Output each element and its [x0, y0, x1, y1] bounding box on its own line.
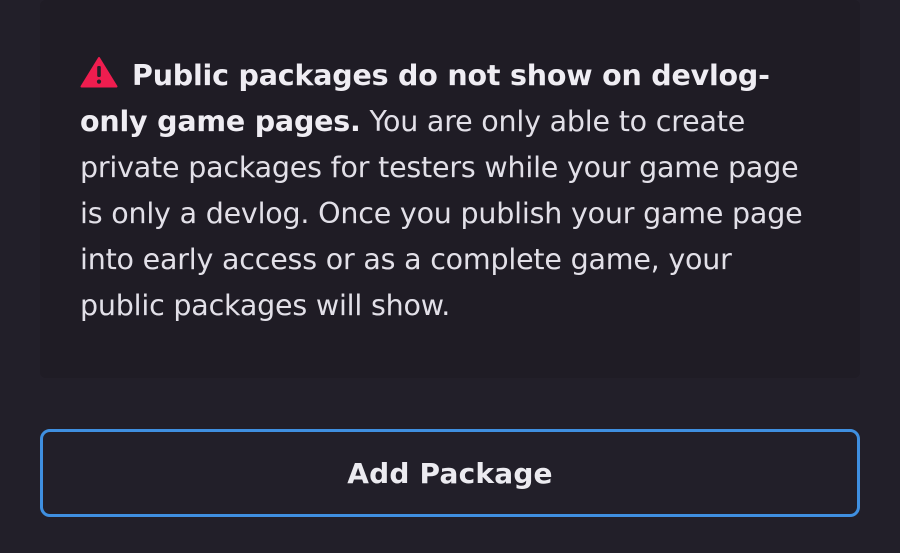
- add-package-button[interactable]: Add Package: [40, 429, 860, 517]
- warning-triangle-icon: [80, 56, 118, 88]
- add-package-label: Add Package: [347, 456, 553, 490]
- notice-panel: Public packages do not show on devlog-on…: [40, 0, 860, 378]
- notice-text: Public packages do not show on devlog-on…: [80, 53, 815, 329]
